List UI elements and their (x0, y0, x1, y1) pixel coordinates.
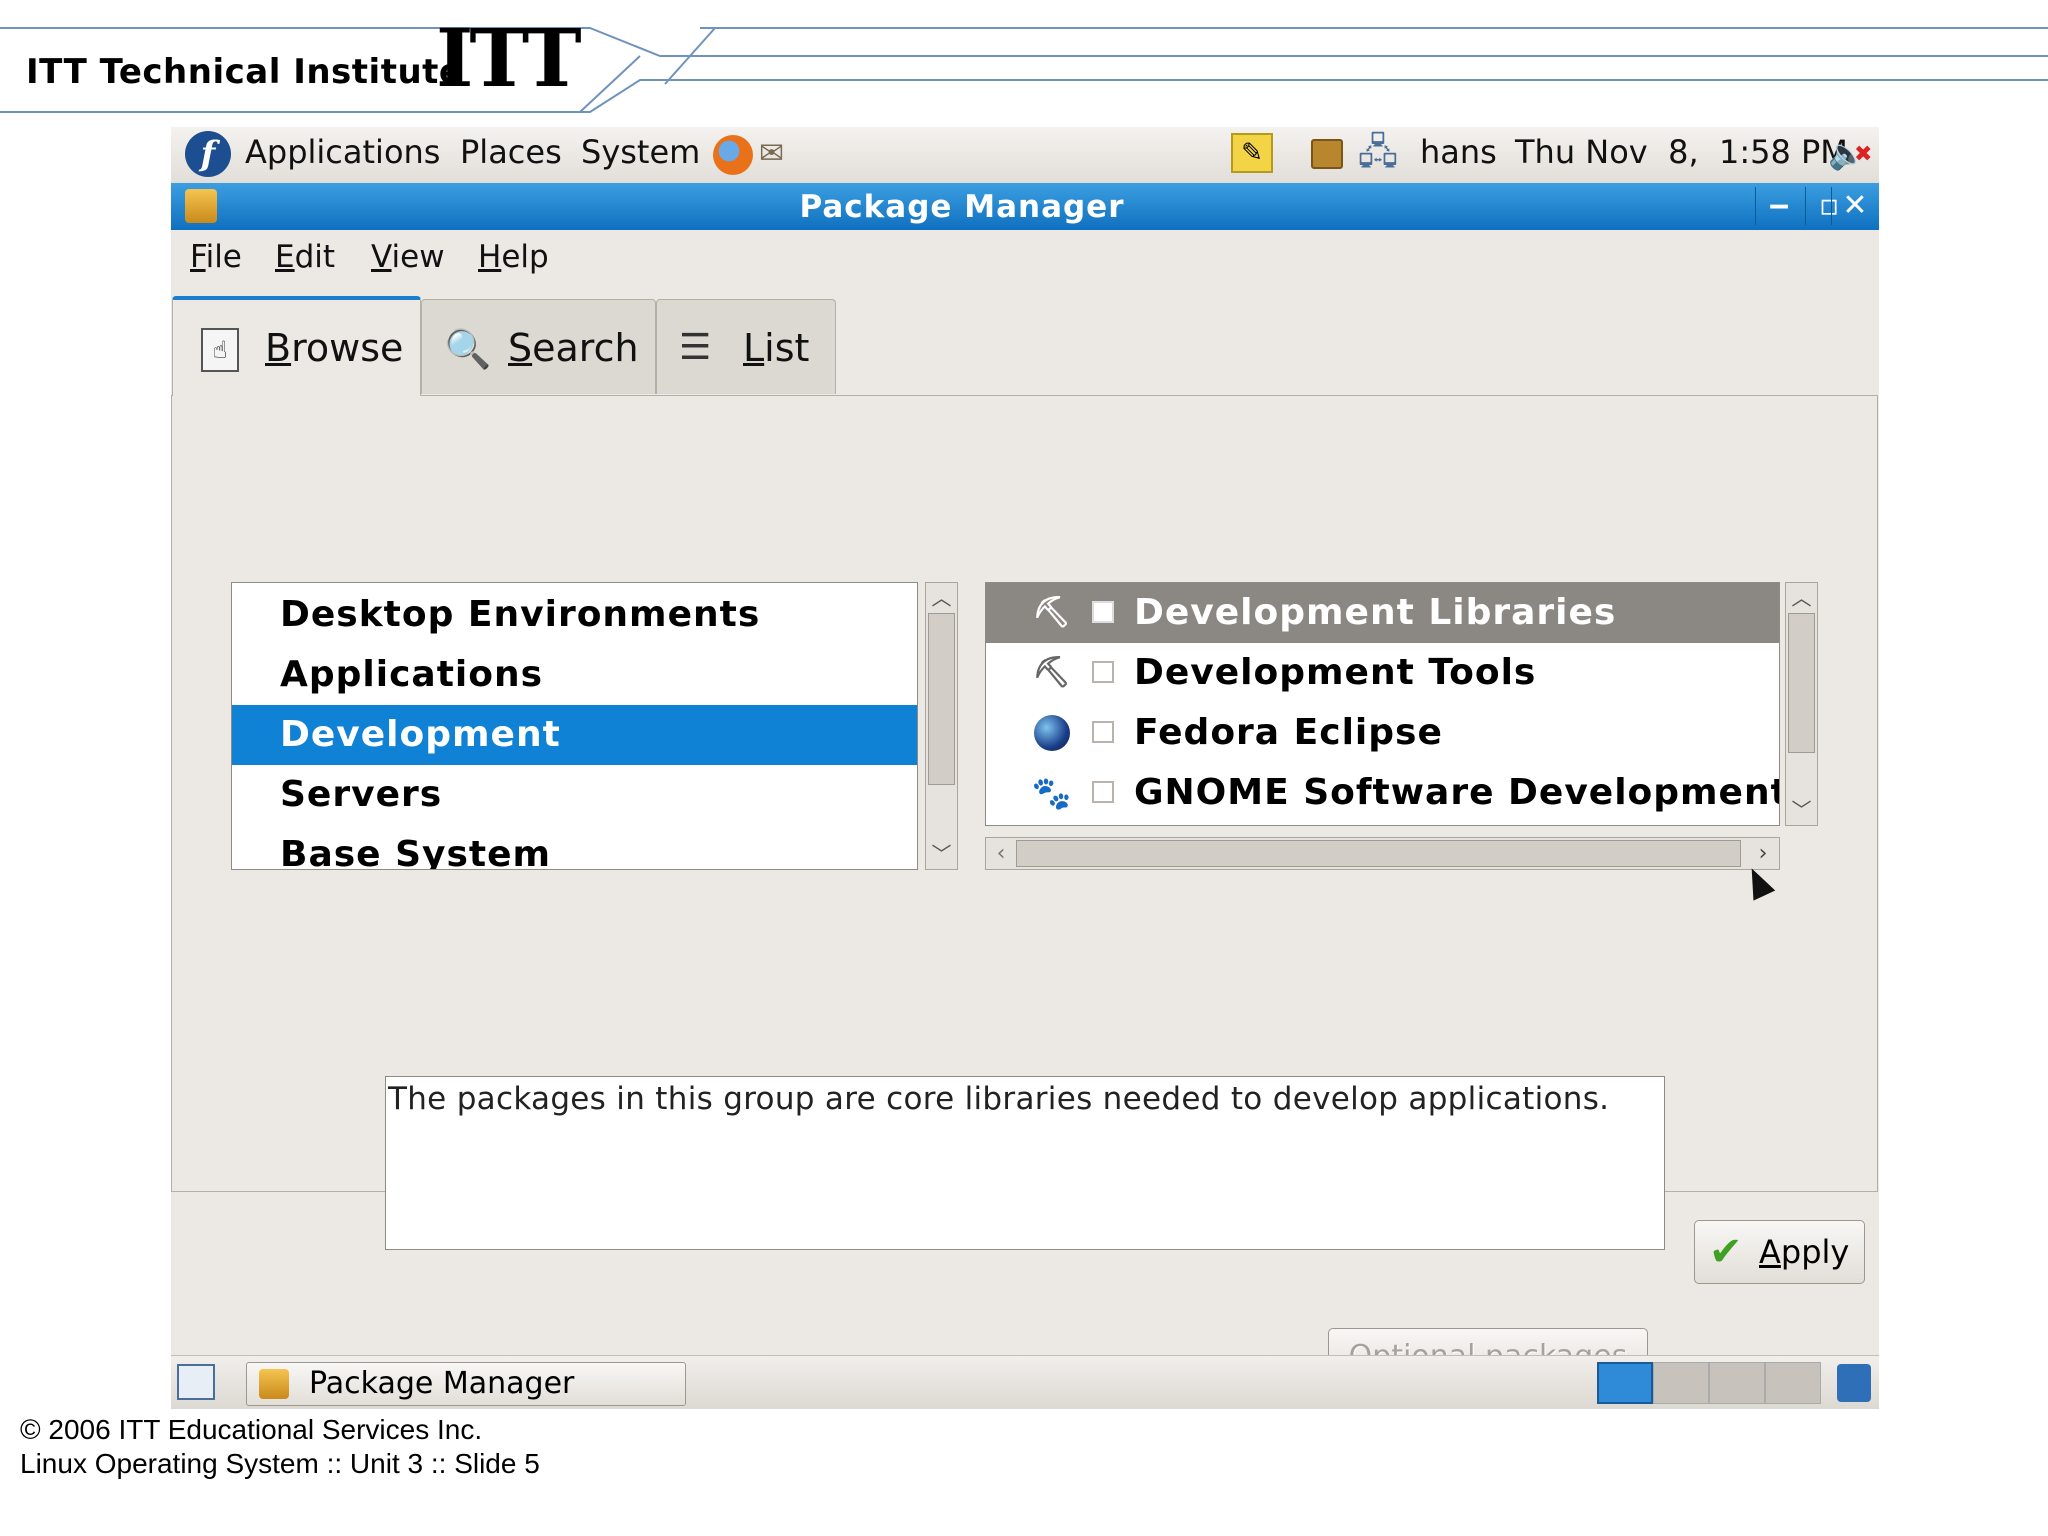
group-item-development[interactable]: Development (232, 705, 917, 765)
menu-file-mnemonic: F (190, 239, 206, 275)
slide-footer-text: Linux Operating System :: Unit 3 :: Slid… (20, 1448, 540, 1479)
close-button[interactable]: ✕ (1831, 187, 1878, 225)
magnifier-icon: 🔍 (444, 327, 492, 371)
trash-icon[interactable] (1837, 1364, 1871, 1402)
workspace-1[interactable] (1597, 1362, 1653, 1404)
mail-icon[interactable]: ✉ (759, 137, 799, 171)
workspace-3[interactable] (1709, 1362, 1765, 1404)
desktop-screen: f Applications Places System ✉ ✎ 🖧 hans … (171, 127, 1879, 1409)
menu-view[interactable]: View (371, 239, 445, 275)
bottom-panel: Package Manager (171, 1355, 1879, 1409)
checkmark-icon: ✔ (1709, 1229, 1743, 1275)
group-list[interactable]: Desktop Environments Applications Develo… (231, 582, 918, 870)
tab-search-label: Search (508, 326, 639, 370)
fedora-logo-icon[interactable]: f (185, 131, 231, 177)
menu-help-label: elp (501, 239, 549, 275)
panel-username: hans (1420, 133, 1497, 171)
top-panel: f Applications Places System ✉ ✎ 🖧 hans … (171, 127, 1879, 183)
scroll-down-arrow-icon[interactable]: ﹀ (926, 839, 957, 869)
network-icon[interactable]: 🖧 (1355, 131, 1401, 175)
group-list-scroll-thumb[interactable] (928, 613, 955, 785)
dev-tools-icon: ⛏ (1032, 655, 1072, 690)
package-row[interactable]: Fedora Eclipse (986, 703, 1779, 763)
panel-menu-system[interactable]: System (581, 133, 700, 171)
menu-help[interactable]: Help (478, 239, 549, 275)
browse-icon: ☝ (201, 328, 239, 372)
menu-file[interactable]: File (190, 239, 242, 275)
window-title: Package Manager (799, 189, 1125, 225)
group-list-scrollbar[interactable]: ︿ ﹀ (925, 582, 958, 870)
menu-file-label: ile (205, 239, 242, 275)
package-list-hscroll-thumb[interactable] (1016, 840, 1741, 867)
tab-list-label: List (743, 326, 810, 370)
apply-button-label: Apply (1759, 1233, 1850, 1271)
scroll-down-arrow-icon[interactable]: ﹀ (1786, 795, 1817, 825)
scroll-left-arrow-icon[interactable]: ‹ (986, 838, 1016, 869)
panel-menu-places[interactable]: Places (460, 133, 562, 171)
scroll-up-arrow-icon[interactable]: ︿ (1786, 583, 1817, 613)
group-item-desktop-environments[interactable]: Desktop Environments (232, 585, 917, 645)
brand-text: ITT Technical Institute (26, 52, 463, 92)
panel-clock[interactable]: Thu Nov 8, 1:58 PM (1515, 133, 1848, 171)
package-icon[interactable] (1311, 139, 1343, 169)
brand-logo: ITT (436, 11, 582, 105)
package-label: Fedora Eclipse (1134, 712, 1443, 753)
package-label: Development Tools (1134, 652, 1537, 693)
group-item-applications[interactable]: Applications (232, 645, 917, 705)
group-item-servers[interactable]: Servers (232, 765, 917, 825)
menu-view-mnemonic: V (371, 239, 392, 275)
package-list-scroll-thumb[interactable] (1788, 613, 1815, 753)
gnome-foot-icon: 🐾 (1031, 774, 1073, 812)
minimize-button[interactable]: ‒ (1755, 187, 1802, 225)
package-row[interactable]: ⛏ Development Libraries (986, 583, 1779, 643)
menu-edit-mnemonic: E (275, 239, 295, 275)
panel-menu-applications[interactable]: Applications (245, 133, 440, 171)
tab-search[interactable]: 🔍 Search (421, 299, 656, 394)
dev-libraries-icon: ⛏ (1032, 595, 1072, 630)
menu-view-label: iew (391, 239, 445, 275)
list-icon: ☰ (679, 327, 712, 368)
window-titlebar[interactable]: Package Manager ‒ ▫ ✕ (171, 183, 1879, 230)
workspace-2[interactable] (1653, 1362, 1709, 1404)
package-row[interactable]: ⛏ Development Tools (986, 643, 1779, 703)
package-checkbox[interactable] (1092, 721, 1114, 743)
tab-browse-label: Browse (265, 326, 404, 370)
taskbar-package-manager[interactable]: Package Manager (246, 1362, 686, 1406)
package-list-hscrollbar[interactable]: ‹ › (985, 837, 1780, 870)
volume-muted-icon[interactable]: 🔈 ✖ (1828, 137, 1874, 173)
package-manager-task-icon (259, 1369, 289, 1399)
workspace-4[interactable] (1765, 1362, 1821, 1404)
show-desktop-icon[interactable] (177, 1364, 215, 1400)
notes-icon[interactable]: ✎ (1231, 133, 1273, 173)
package-list-vscrollbar[interactable]: ︿ ﹀ (1785, 582, 1818, 826)
group-item-base-system[interactable]: Base System (232, 825, 917, 869)
package-checkbox[interactable] (1092, 781, 1114, 803)
group-description: The packages in this group are core libr… (385, 1076, 1665, 1250)
firefox-icon[interactable] (713, 135, 753, 175)
scroll-up-arrow-icon[interactable]: ︿ (926, 583, 957, 613)
package-list[interactable]: ⛏ Development Libraries ⛏ Development To… (985, 582, 1780, 826)
tab-browse[interactable]: ☝ Browse (172, 296, 421, 396)
menubar: File Edit View Help (171, 230, 1879, 283)
package-label: Development Libraries (1134, 592, 1617, 633)
eclipse-icon (1030, 715, 1074, 751)
apply-button[interactable]: ✔ Apply (1694, 1220, 1865, 1284)
package-checkbox[interactable] (1092, 601, 1114, 623)
taskbar-task-label: Package Manager (309, 1366, 575, 1401)
package-checkbox[interactable] (1092, 661, 1114, 683)
menu-edit[interactable]: Edit (275, 239, 335, 275)
package-label: GNOME Software Development (1134, 772, 1780, 813)
menu-help-mnemonic: H (478, 239, 502, 275)
package-row[interactable]: 🐾 GNOME Software Development (986, 763, 1779, 823)
menu-edit-label: dit (294, 239, 336, 275)
browse-tab-panel: Desktop Environments Applications Develo… (171, 395, 1878, 1386)
copyright-text: © 2006 ITT Educational Services Inc. (20, 1414, 483, 1445)
tab-list[interactable]: ☰ List (656, 299, 836, 394)
